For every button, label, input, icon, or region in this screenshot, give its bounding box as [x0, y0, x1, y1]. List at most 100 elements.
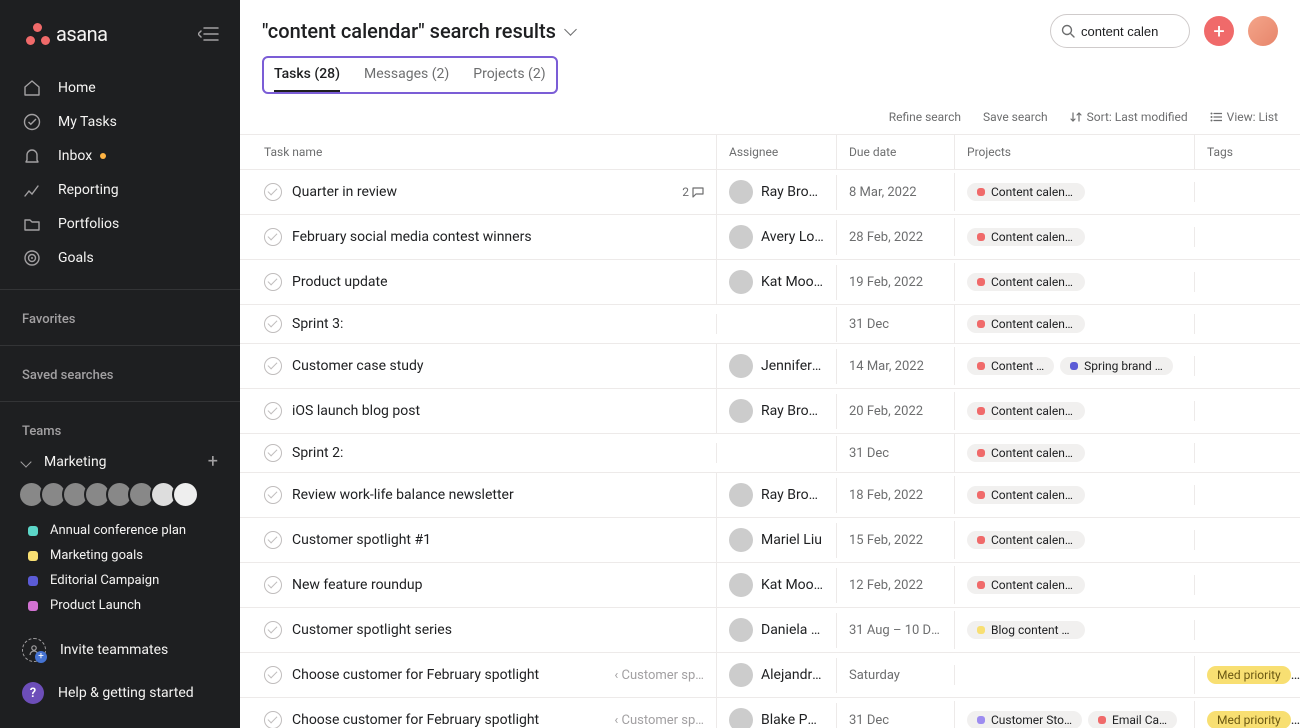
complete-toggle[interactable] — [264, 402, 282, 420]
tab[interactable]: Messages (2) — [364, 62, 449, 92]
project-pill[interactable]: Content calendar — [967, 531, 1085, 549]
sort-button[interactable]: Sort: Last modified — [1070, 110, 1188, 124]
table-row[interactable]: February social media contest winnersAve… — [240, 215, 1300, 260]
table-row[interactable]: Quarter in review2 Ray Brooks8 Mar, 2022… — [240, 170, 1300, 215]
team-avatars — [0, 477, 240, 518]
project-pill[interactable]: Customer Sto… — [967, 711, 1082, 728]
table-row[interactable]: iOS launch blog postRay Brooks20 Feb, 20… — [240, 389, 1300, 434]
assignee-avatar — [729, 663, 753, 687]
current-user-avatar[interactable] — [1248, 16, 1278, 46]
task-name: Sprint 3: — [292, 316, 704, 332]
project-pill[interactable]: Content calendar — [967, 228, 1085, 246]
project-pill[interactable]: Content calendar — [967, 486, 1085, 504]
col-tags[interactable]: Tags — [1194, 135, 1300, 169]
team-header-marketing[interactable]: Marketing + — [0, 447, 240, 477]
project-pill[interactable]: Content calendar — [967, 273, 1085, 291]
result-type-tabs: Tasks (28) Messages (2) Projects (2) — [262, 56, 558, 94]
assignee-avatar — [729, 180, 753, 204]
logo-icon — [26, 23, 50, 45]
complete-toggle[interactable] — [264, 273, 282, 291]
project-color-dot — [977, 278, 985, 286]
table-row[interactable]: Choose customer for February spotlight‹ … — [240, 653, 1300, 698]
nav-item-goals[interactable]: Goals — [0, 241, 240, 275]
tab[interactable]: Tasks (28) — [274, 62, 340, 92]
project-pill[interactable]: Content calendar — [967, 576, 1085, 594]
search-input-wrapper[interactable] — [1050, 14, 1190, 48]
project-pill-label: Content calendar — [991, 404, 1075, 418]
col-assignee[interactable]: Assignee — [716, 135, 836, 169]
invite-teammates-button[interactable]: + Invite teammates — [0, 628, 240, 672]
project-item[interactable]: Annual conference plan — [0, 518, 240, 543]
complete-toggle[interactable] — [264, 666, 282, 684]
search-input[interactable] — [1081, 24, 1179, 39]
refine-search-button[interactable]: Refine search — [889, 110, 961, 124]
save-search-button[interactable]: Save search — [983, 110, 1048, 124]
complete-toggle[interactable] — [264, 711, 282, 728]
page-title-dropdown[interactable]: "content calendar" search results — [262, 19, 575, 43]
tab[interactable]: Projects (2) — [473, 62, 545, 92]
table-row[interactable]: Product updateKat Mooney19 Feb, 2022Cont… — [240, 260, 1300, 305]
unread-badge — [100, 153, 106, 159]
nav-item-home[interactable]: Home — [0, 71, 240, 105]
complete-toggle[interactable] — [264, 228, 282, 246]
table-row[interactable]: Customer spotlight #1Mariel Liu15 Feb, 2… — [240, 518, 1300, 563]
table-row[interactable]: Customer case studyJennifer Lu14 Mar, 20… — [240, 344, 1300, 389]
project-pill-label: Content calendar — [991, 230, 1075, 244]
project-pill[interactable]: Content calendar — [967, 183, 1085, 201]
project-item[interactable]: Marketing goals — [0, 543, 240, 568]
project-item[interactable]: Editorial Campaign — [0, 568, 240, 593]
assignee-name: Alejandro L… — [761, 667, 824, 683]
col-due[interactable]: Due date — [836, 135, 954, 169]
col-projects[interactable]: Projects — [954, 135, 1194, 169]
project-pill[interactable]: Content calendar — [967, 402, 1085, 420]
complete-toggle[interactable] — [264, 183, 282, 201]
complete-toggle[interactable] — [264, 315, 282, 333]
project-pill[interactable]: Content … — [967, 357, 1054, 375]
project-color-dot — [28, 576, 38, 586]
comment-icon — [692, 186, 704, 198]
project-item[interactable]: Product Launch — [0, 593, 240, 618]
table-row[interactable]: Choose customer for February spotlight‹ … — [240, 698, 1300, 728]
project-pill[interactable]: Email Ca… — [1088, 711, 1177, 728]
assignee-avatar — [729, 618, 753, 642]
table-row[interactable]: Customer spotlight seriesDaniela Var…31 … — [240, 608, 1300, 653]
nav-item-my-tasks[interactable]: My Tasks — [0, 105, 240, 139]
project-pill-label: Email Ca… — [1112, 713, 1167, 727]
table-row[interactable]: New feature roundupKat Mooney12 Feb, 202… — [240, 563, 1300, 608]
complete-toggle[interactable] — [264, 621, 282, 639]
complete-toggle[interactable] — [264, 357, 282, 375]
complete-toggle[interactable] — [264, 531, 282, 549]
complete-toggle[interactable] — [264, 444, 282, 462]
project-pill[interactable]: Content calendar — [967, 444, 1085, 462]
col-task[interactable]: Task name — [240, 135, 716, 169]
tag-pill[interactable]: Med priority — [1207, 711, 1291, 728]
nav-item-portfolios[interactable]: Portfolios — [0, 207, 240, 241]
project-color-dot — [1070, 362, 1078, 370]
logo[interactable]: asana — [26, 22, 108, 46]
teams-section-label: Teams — [0, 402, 240, 447]
table-row[interactable]: Sprint 3:31 DecContent calendar — [240, 305, 1300, 344]
page-title: "content calendar" search results — [262, 19, 556, 43]
task-name: New feature roundup — [292, 577, 704, 593]
project-pill-label: Content calendar — [991, 185, 1075, 199]
nav-item-reporting[interactable]: Reporting — [0, 173, 240, 207]
complete-toggle[interactable] — [264, 486, 282, 504]
project-pill[interactable]: Content calendar — [967, 315, 1085, 333]
project-pill[interactable]: Spring brand … — [1060, 357, 1173, 375]
assignee-name: Avery Lomax — [761, 229, 824, 245]
complete-toggle[interactable] — [264, 576, 282, 594]
table-row[interactable]: Sprint 2:31 DecContent calendar — [240, 434, 1300, 473]
tag-pill[interactable]: Med priority — [1207, 666, 1291, 684]
task-name: Choose customer for February spotlight — [292, 712, 596, 728]
project-color-dot — [977, 233, 985, 241]
help-button[interactable]: ? Help & getting started — [0, 672, 240, 714]
comment-count[interactable]: 2 — [682, 185, 704, 199]
collapse-sidebar-button[interactable] — [198, 26, 220, 42]
project-pill[interactable]: Blog content calendar — [967, 621, 1085, 639]
view-button[interactable]: View: List — [1210, 110, 1278, 124]
add-project-button[interactable]: + — [208, 453, 218, 471]
task-name: Review work-life balance newsletter — [292, 487, 704, 503]
nav-item-inbox[interactable]: Inbox — [0, 139, 240, 173]
create-button[interactable]: + — [1204, 16, 1234, 46]
table-row[interactable]: Review work-life balance newsletterRay B… — [240, 473, 1300, 518]
